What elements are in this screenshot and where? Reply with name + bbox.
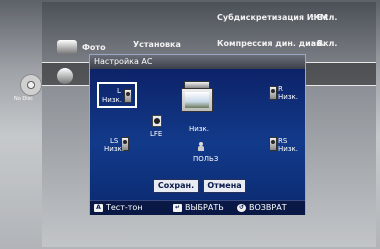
speaker-fr-level: Низк.: [278, 93, 298, 101]
a-key-icon: A: [94, 204, 103, 212]
drc-value: : Вкл.: [311, 39, 338, 48]
footer-return[interactable]: ВОЗВРАТ: [249, 203, 287, 213]
speaker-sr-name: RS: [278, 137, 288, 145]
dialog-footer: A Тест-тон ↵ ВЫБРАТЬ ↺ ВОЗВРАТ: [90, 200, 305, 215]
speaker-sl-name: LS: [110, 137, 119, 145]
photo-icon: [57, 40, 77, 54]
enter-key-icon: ↵: [173, 204, 182, 212]
speaker-lfe-name: LFE: [150, 130, 163, 138]
no-disc-label: No Disc: [14, 96, 33, 102]
drc-label[interactable]: Компрессия дин. диап.: [217, 39, 325, 48]
speaker-surround-right[interactable]: [269, 137, 277, 151]
speaker-fl-level: Низк.: [102, 96, 122, 104]
disc-icon: [20, 74, 42, 96]
footer-test-tone[interactable]: Тест-тон: [106, 203, 143, 213]
speaker-center-level: Низк.: [189, 125, 209, 133]
footer-select[interactable]: ВЫБРАТЬ: [185, 203, 224, 213]
tv-icon: [181, 88, 213, 112]
speaker-icon: [124, 89, 132, 103]
speaker-sl-level: Низк.: [104, 145, 124, 153]
listener-icon: [198, 142, 204, 151]
listener-label: ПОЛЬЗ: [193, 155, 219, 163]
return-key-icon: ↺: [237, 204, 246, 212]
speaker-front-left[interactable]: L Низк.: [97, 82, 137, 108]
menu-item-photo[interactable]: Фото: [82, 43, 106, 52]
cancel-button[interactable]: Отмена: [203, 179, 246, 193]
speaker-fl-name: L: [117, 87, 121, 95]
settings-icon: [57, 68, 73, 84]
speaker-setup-dialog: Настройка АС L Низк. Низк. R Низк. LFE L…: [89, 54, 306, 215]
pcm-downsampling-value: : Вкл.: [311, 13, 338, 22]
speaker-subwoofer[interactable]: [152, 115, 162, 127]
save-button[interactable]: Сохран.: [153, 179, 199, 193]
speaker-front-right[interactable]: [269, 86, 277, 100]
speaker-fr-name: R: [278, 85, 283, 93]
menu-item-setup[interactable]: Установка: [133, 40, 181, 49]
speaker-sr-level: Низк.: [278, 145, 298, 153]
dialog-title: Настройка АС: [90, 55, 305, 69]
